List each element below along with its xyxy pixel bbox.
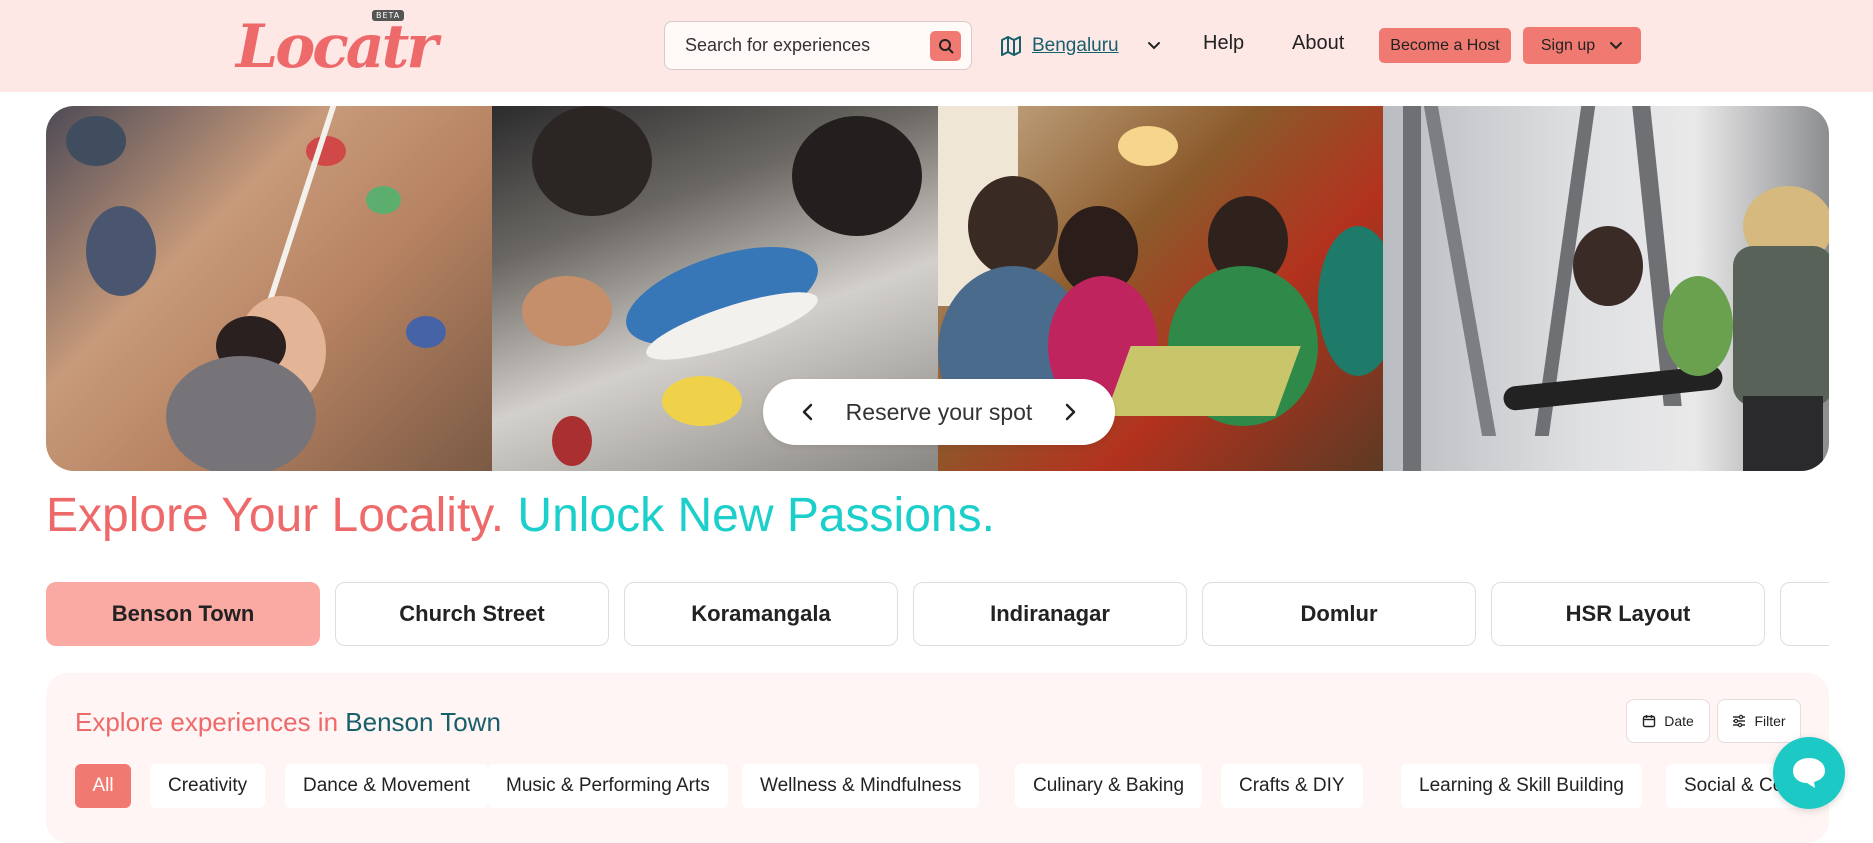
locality-tab[interactable]: Church Street	[335, 582, 609, 646]
headline-part2: Unlock New Passions.	[517, 489, 995, 542]
search-input[interactable]: Search for experiences	[685, 35, 870, 56]
locality-tab[interactable]: Domlur	[1202, 582, 1476, 646]
sign-up-button[interactable]: Sign up	[1523, 27, 1641, 64]
locality-tab[interactable]: HSR Layout	[1491, 582, 1765, 646]
category-chip[interactable]: Dance & Movement	[285, 764, 488, 808]
explore-panel: Explore experiences in Benson Town Date …	[46, 673, 1829, 843]
top-header: Locatr BETA Search for experiences Benga…	[0, 0, 1873, 92]
hero-image-climbing	[46, 106, 492, 471]
filter-icon	[1733, 714, 1746, 728]
page-headline: Explore Your Locality. Unlock New Passio…	[46, 488, 995, 543]
search-icon	[938, 39, 953, 54]
category-chip[interactable]: Learning & Skill Building	[1401, 764, 1642, 808]
become-host-button[interactable]: Become a Host	[1379, 28, 1511, 63]
logo[interactable]: Locatr BETA	[236, 8, 438, 84]
explore-title-place: Benson Town	[345, 707, 501, 737]
locality-tab[interactable]: Koramangala	[624, 582, 898, 646]
locality-tab[interactable]	[1780, 582, 1829, 646]
city-selector[interactable]: Bengaluru	[1000, 28, 1167, 64]
category-chip[interactable]: Crafts & DIY	[1221, 764, 1363, 808]
explore-title-prefix: Explore experiences in	[75, 707, 339, 737]
hero-image-aerial-yoga	[1383, 106, 1829, 471]
category-chip[interactable]: Culinary & Baking	[1015, 764, 1203, 808]
locality-tabs: Benson Town Church Street Koramangala In…	[46, 582, 1829, 646]
map-icon	[1001, 36, 1021, 56]
search-button[interactable]	[930, 31, 961, 61]
chat-icon	[1793, 758, 1825, 788]
nav-help[interactable]: Help	[1203, 32, 1244, 55]
locality-tab[interactable]: Benson Town	[46, 582, 320, 646]
logo-text: Locatr	[236, 12, 438, 82]
filter-button[interactable]: Filter	[1717, 699, 1801, 743]
chevron-down-icon[interactable]	[1141, 39, 1167, 53]
chat-button[interactable]	[1773, 737, 1845, 809]
sign-up-label: Sign up	[1540, 36, 1596, 54]
explore-title: Explore experiences in Benson Town	[75, 707, 501, 738]
category-chip[interactable]: Music & Performing Arts	[488, 764, 728, 808]
headline-part1: Explore Your Locality.	[46, 489, 505, 542]
city-name[interactable]: Bengaluru	[1032, 35, 1119, 57]
calendar-icon	[1643, 715, 1656, 728]
category-chips: All Creativity Dance & Movement Music & …	[75, 764, 1815, 808]
nav-about[interactable]: About	[1292, 32, 1344, 55]
search-bar[interactable]: Search for experiences	[664, 21, 972, 70]
chevron-right-icon[interactable]	[1063, 402, 1077, 422]
category-chip[interactable]: All	[75, 764, 131, 808]
category-chip[interactable]: Wellness & Mindfulness	[742, 764, 980, 808]
category-chip[interactable]: Creativity	[150, 764, 266, 808]
locality-tab[interactable]: Indiranagar	[913, 582, 1187, 646]
filter-label: Filter	[1754, 713, 1786, 729]
date-button[interactable]: Date	[1626, 699, 1710, 743]
beta-badge: BETA	[372, 10, 405, 21]
chevron-left-icon[interactable]	[801, 402, 815, 422]
date-label: Date	[1664, 713, 1694, 729]
reserve-spot-control[interactable]: Reserve your spot	[763, 379, 1115, 445]
chevron-down-icon	[1610, 41, 1623, 49]
reserve-spot-label[interactable]: Reserve your spot	[846, 399, 1033, 426]
